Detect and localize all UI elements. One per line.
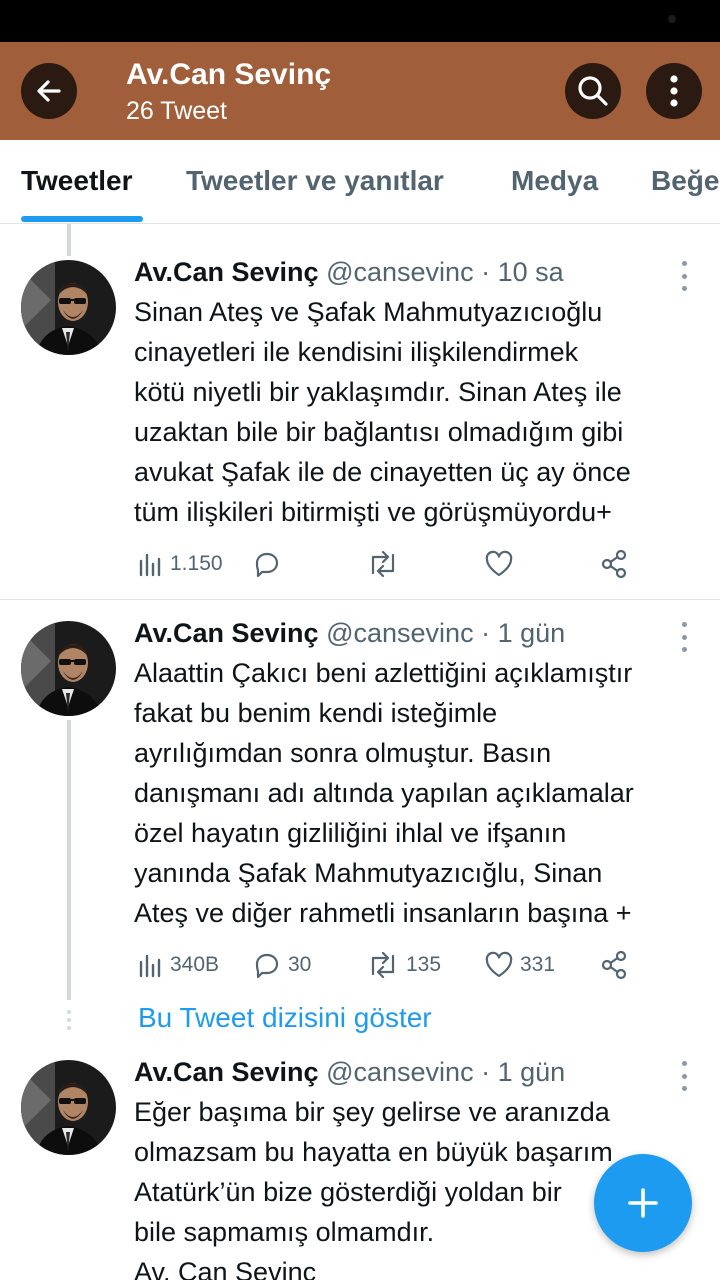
reply-button[interactable] — [252, 544, 288, 584]
retweet-button[interactable] — [366, 544, 406, 584]
tweet-header: Av.Can Sevinç @cansevinc · 10 sa — [134, 257, 564, 287]
like-button[interactable] — [484, 544, 520, 584]
tweet-more-icon[interactable] — [676, 1061, 692, 1091]
like-button[interactable]: 331 — [484, 945, 555, 985]
plus-icon — [628, 1188, 658, 1218]
back-button[interactable] — [21, 63, 77, 119]
retweet-icon — [371, 550, 395, 578]
camera-dot — [668, 15, 676, 23]
tweet-text: Sinan Ateş ve Şafak Mahmutyazıcıoğlu cin… — [134, 297, 631, 527]
avatar-image — [21, 260, 116, 355]
author-handle[interactable]: @cansevinc — [326, 257, 473, 287]
author-name[interactable]: Av.Can Sevinç — [134, 1057, 319, 1087]
tweet-time[interactable]: 1 gün — [498, 618, 566, 648]
arrow-left-icon — [37, 80, 61, 102]
avatar-image — [21, 1060, 116, 1155]
tab-media[interactable]: Medya — [511, 165, 598, 197]
tweet-card[interactable]: Av.Can Sevinç @cansevinc · 10 sa Sinan A… — [0, 224, 720, 600]
retweet-button[interactable]: 135 — [366, 945, 441, 985]
tweet-actions: 340B 30 135 331 — [0, 945, 720, 985]
share-icon — [601, 549, 627, 579]
reply-button[interactable]: 30 — [252, 945, 311, 985]
tab-likes[interactable]: Beğe — [651, 165, 719, 197]
views-button[interactable]: 340B — [138, 945, 219, 985]
tweet-more-icon[interactable] — [676, 261, 692, 291]
thread-dots — [66, 1010, 72, 1030]
active-tab-indicator — [21, 216, 143, 222]
share-button[interactable] — [600, 544, 628, 584]
tweet-card[interactable]: Av.Can Sevinç @cansevinc · 1 gün Alaatti… — [0, 600, 720, 1000]
heart-icon — [485, 550, 513, 577]
tab-tweets-and-replies[interactable]: Tweetler ve yanıtlar — [186, 165, 444, 197]
author-handle[interactable]: @cansevinc — [326, 618, 473, 648]
share-button[interactable] — [600, 945, 628, 985]
avatar[interactable] — [21, 621, 116, 716]
tweet-header: Av.Can Sevinç @cansevinc · 1 gün — [134, 618, 566, 648]
tweet-text: Alaattin Çakıcı beni azlettiğini açıklam… — [134, 658, 634, 928]
avatar[interactable] — [21, 1060, 116, 1155]
author-name[interactable]: Av.Can Sevinç — [134, 618, 319, 648]
app-header: Av.Can Sevinç 26 Tweet — [0, 42, 720, 140]
reply-icon — [255, 552, 279, 578]
tweet-card[interactable]: Av.Can Sevinç @cansevinc · 1 gün Eğer ba… — [0, 1040, 720, 1280]
profile-title: Av.Can Sevinç — [126, 58, 332, 91]
avatar-image — [21, 621, 116, 716]
profile-tabs: Tweetler Tweetler ve yanıtlar Medya Beğe — [0, 140, 720, 224]
heart-icon — [485, 951, 513, 978]
more-options-button[interactable] — [646, 63, 702, 119]
author-handle[interactable]: @cansevinc — [326, 1057, 473, 1087]
reply-icon — [255, 953, 279, 979]
search-icon — [578, 76, 608, 106]
views-button[interactable]: 1.150 — [138, 544, 223, 584]
share-icon — [601, 950, 627, 980]
status-bar — [0, 0, 720, 42]
analytics-icon — [139, 954, 161, 978]
tweet-more-icon[interactable] — [676, 622, 692, 652]
compose-tweet-button[interactable] — [594, 1154, 692, 1252]
tweet-count: 26 Tweet — [126, 97, 228, 125]
more-vertical-icon — [670, 75, 678, 107]
tweet-time[interactable]: 10 sa — [498, 257, 564, 287]
avatar[interactable] — [21, 260, 116, 355]
show-thread-link[interactable]: Bu Tweet dizisini göster — [138, 1002, 432, 1034]
search-button[interactable] — [565, 63, 621, 119]
author-name[interactable]: Av.Can Sevinç — [134, 257, 319, 287]
tweet-header: Av.Can Sevinç @cansevinc · 1 gün — [134, 1057, 566, 1087]
tweet-time[interactable]: 1 gün — [498, 1057, 566, 1087]
retweet-icon — [371, 951, 395, 979]
tab-tweets[interactable]: Tweetler — [21, 165, 133, 197]
tweet-actions: 1.150 — [0, 544, 720, 584]
analytics-icon — [139, 553, 161, 577]
